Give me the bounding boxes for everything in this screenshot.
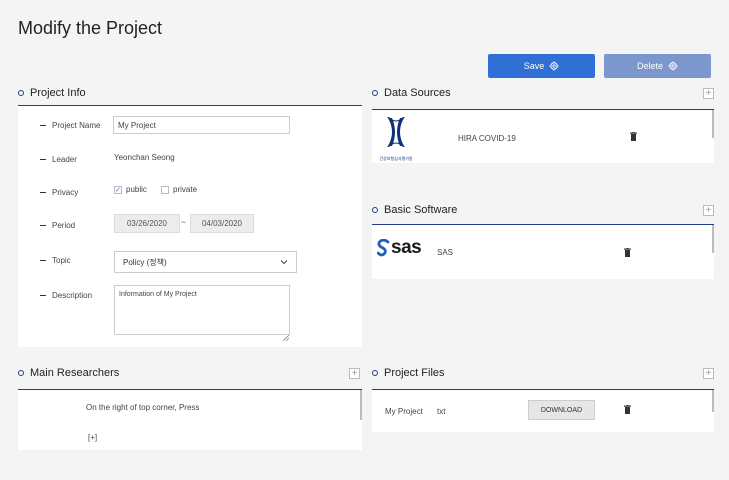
description-label: Description <box>40 291 92 300</box>
save-button[interactable]: Save <box>488 54 595 78</box>
add-file-button[interactable]: + <box>703 368 714 379</box>
data-sources-title: Data Sources <box>384 87 451 99</box>
gear-icon <box>668 61 678 71</box>
files-scrollbar[interactable] <box>712 390 714 412</box>
privacy-label: Privacy <box>40 188 78 197</box>
project-name-label: Project Name <box>40 121 100 130</box>
basic-software-heading: Basic Software <box>372 204 457 216</box>
project-files-title: Project Files <box>384 367 445 379</box>
topic-select[interactable]: Policy (정책) <box>114 251 297 273</box>
researchers-hint: On the right of top corner, Press <box>86 403 200 412</box>
main-researchers-title: Main Researchers <box>30 367 120 379</box>
researchers-scrollbar[interactable] <box>360 390 362 420</box>
data-source-name: HIRA COVID-19 <box>458 134 516 143</box>
basic-software-title: Basic Software <box>384 204 458 216</box>
period-end-input[interactable]: 04/03/2020 <box>190 214 254 233</box>
dash-icon <box>40 294 46 297</box>
main-researchers-heading: Main Researchers <box>18 367 119 379</box>
data-sources-scrollbar[interactable] <box>712 110 714 138</box>
trash-icon[interactable] <box>624 405 631 414</box>
topic-label: Topic <box>40 256 71 265</box>
dash-icon <box>40 259 46 262</box>
public-checkbox[interactable]: ✓ <box>114 185 122 194</box>
trash-icon[interactable] <box>630 132 637 141</box>
basic-software-scrollbar[interactable] <box>712 225 714 253</box>
add-data-source-button[interactable]: + <box>703 88 714 99</box>
data-sources-panel <box>372 110 714 163</box>
add-researcher-button[interactable]: + <box>349 368 360 379</box>
project-info-heading: Project Info <box>18 87 86 99</box>
section-bullet-icon <box>372 370 378 376</box>
chevron-down-icon <box>280 258 288 267</box>
file-ext: txt <box>437 407 446 416</box>
dash-icon <box>40 158 46 161</box>
section-bullet-icon <box>372 207 378 213</box>
download-button[interactable]: DOWNLOAD <box>528 400 595 420</box>
sas-logo: sas <box>377 237 422 258</box>
gear-icon <box>549 61 559 71</box>
file-name: My Project <box>385 407 423 416</box>
data-sources-heading: Data Sources <box>372 87 451 99</box>
add-software-button[interactable]: + <box>703 205 714 216</box>
hira-logo: 건강보험심사평가원 <box>374 116 418 161</box>
dash-icon <box>40 191 46 194</box>
project-info-title: Project Info <box>30 87 86 99</box>
page-title: Modify the Project <box>18 18 163 38</box>
description-textarea[interactable]: Information of My Project <box>114 285 290 335</box>
dash-icon <box>40 124 46 127</box>
software-name: SAS <box>437 248 454 257</box>
trash-icon[interactable] <box>624 248 631 257</box>
hira-logo-text: 건강보험심사평가원 <box>379 156 413 161</box>
dash-icon <box>40 224 46 227</box>
leader-value: Yeonchan Seong <box>114 153 175 162</box>
section-bullet-icon <box>372 90 378 96</box>
delete-label: Delete <box>636 61 663 71</box>
period-start-input[interactable]: 03/26/2020 <box>114 214 180 233</box>
resize-handle-icon[interactable] <box>282 328 290 346</box>
sas-logo-text: sas <box>391 237 422 258</box>
project-name-input[interactable]: My Project <box>113 116 290 134</box>
privacy-public-option[interactable]: ✓ public <box>114 185 147 194</box>
section-bullet-icon <box>18 370 24 376</box>
delete-button[interactable]: Delete <box>604 54 711 78</box>
privacy-private-option[interactable]: private <box>161 185 197 194</box>
private-checkbox[interactable] <box>161 185 169 194</box>
leader-label: Leader <box>40 155 77 164</box>
save-label: Save <box>523 61 545 71</box>
project-files-heading: Project Files <box>372 367 445 379</box>
researchers-plus-hint: [+] <box>88 433 98 442</box>
main-researchers-panel <box>18 390 362 450</box>
period-separator: ~ <box>181 218 186 227</box>
period-label: Period <box>40 221 75 230</box>
section-bullet-icon <box>18 90 24 96</box>
basic-software-panel <box>372 225 714 279</box>
